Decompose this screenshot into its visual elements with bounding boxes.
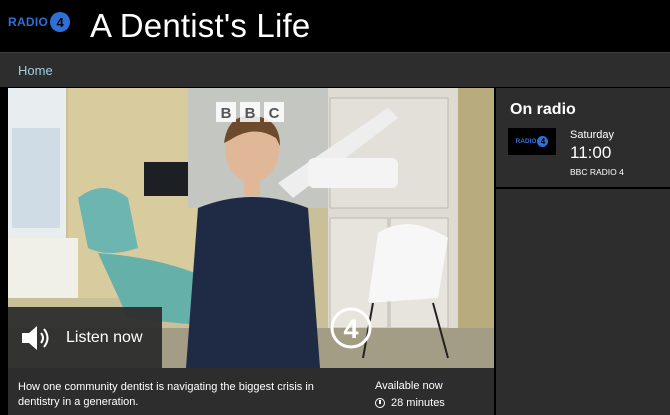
radio-logo-number: 4 — [50, 12, 71, 32]
availability-text: Available now — [375, 380, 443, 392]
masthead: RADIO 4 A Dentist's Life — [0, 0, 670, 52]
mini-logo-number: 4 — [537, 136, 549, 147]
on-radio-panel: On radio RADIO 4 Saturday 11:00 BBC RADI… — [494, 88, 670, 415]
radio-4-mini-logo: RADIO 4 — [508, 128, 556, 155]
svg-text:B: B — [245, 105, 256, 122]
duration-text: 28 minutes — [391, 397, 445, 409]
episode-description: How one community dentist is navigating … — [18, 381, 314, 408]
svg-text:B: B — [221, 105, 232, 122]
listen-now-label: Listen now — [66, 328, 143, 346]
broadcast-day: Saturday — [570, 129, 615, 141]
on-radio-card[interactable]: On radio RADIO 4 Saturday 11:00 BBC RADI… — [496, 88, 670, 189]
nav-bar: Home — [0, 52, 670, 87]
svg-text:4: 4 — [343, 314, 358, 344]
mini-logo-text: RADIO — [515, 138, 537, 145]
listen-now-button[interactable]: Listen now — [8, 307, 162, 368]
on-radio-heading: On radio — [510, 101, 576, 118]
episode-info-bar: How one community dentist is navigating … — [8, 368, 494, 415]
radio-4-logo[interactable]: RADIO 4 — [8, 12, 71, 32]
duration: 28 minutes — [375, 397, 445, 409]
radio-logo-text: RADIO — [8, 15, 49, 29]
clock-icon — [375, 398, 385, 408]
programme-title: A Dentist's Life — [90, 7, 311, 44]
speaker-icon — [22, 325, 49, 350]
broadcast-time: 11:00 — [570, 143, 612, 162]
home-link[interactable]: Home — [18, 63, 53, 78]
svg-text:C: C — [269, 105, 280, 122]
broadcast-station: BBC RADIO 4 — [570, 167, 624, 177]
